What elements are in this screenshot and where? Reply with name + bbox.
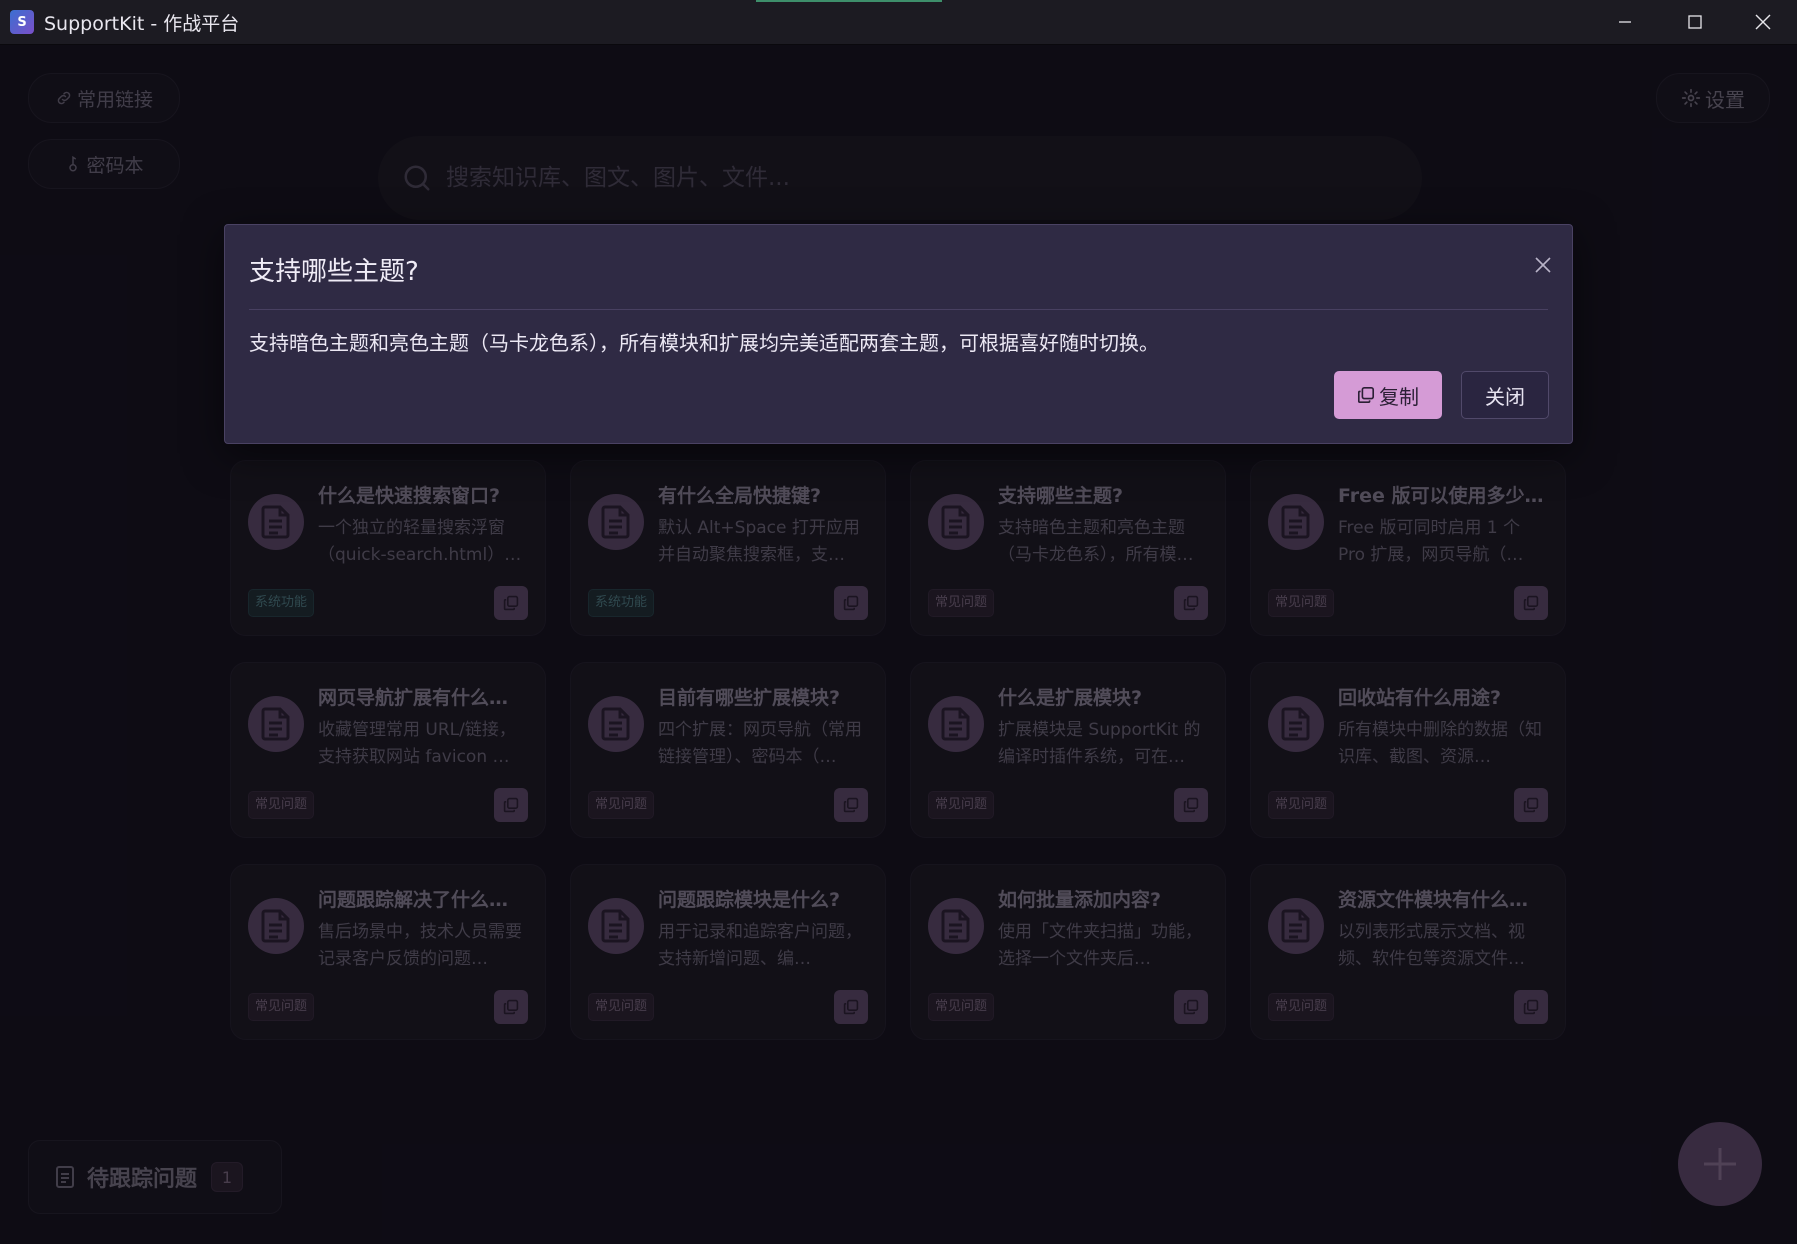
maximize-icon <box>1688 15 1702 29</box>
close-icon <box>1755 14 1771 30</box>
copy-label: 复制 <box>1379 384 1419 409</box>
minimize-button[interactable] <box>1590 0 1660 44</box>
loading-indicator <box>756 0 942 2</box>
window-title: SupportKit - 作战平台 <box>44 12 240 35</box>
minimize-icon <box>1619 21 1631 23</box>
faq-dialog: 支持哪些主题? 支持暗色主题和亮色主题（马卡龙色系），所有模块和扩展均完美适配两… <box>224 224 1573 444</box>
dialog-close-button[interactable] <box>1523 245 1563 285</box>
copy-button[interactable]: 复制 <box>1334 371 1442 419</box>
dialog-body: 支持暗色主题和亮色主题（马卡龙色系），所有模块和扩展均完美适配两套主题，可根据喜… <box>249 331 1159 355</box>
dialog-title: 支持哪些主题? <box>249 257 419 287</box>
title-bar: S SupportKit - 作战平台 <box>0 0 1797 45</box>
close-window-button[interactable] <box>1728 0 1797 44</box>
close-label: 关闭 <box>1485 384 1525 409</box>
app-logo-icon: S <box>10 10 34 34</box>
close-button[interactable]: 关闭 <box>1461 371 1549 419</box>
copy-icon <box>1357 386 1375 404</box>
maximize-button[interactable] <box>1660 0 1730 44</box>
close-icon <box>1535 257 1551 273</box>
dialog-divider <box>249 309 1548 310</box>
